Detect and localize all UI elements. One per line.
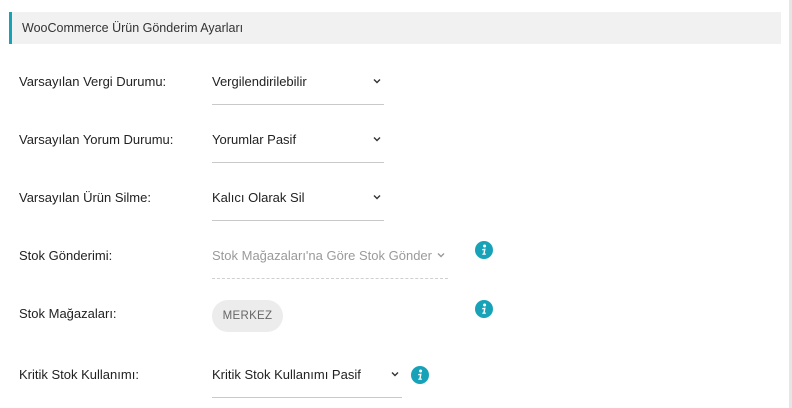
settings-section-header: WooCommerce Ürün Gönderim Ayarları [9,12,781,44]
chevron-down-icon [391,372,399,377]
tax-status-select[interactable]: Vergilendirilebilir [212,59,384,105]
product-delete-label: Varsayılan Ürün Silme: [19,190,151,205]
product-delete-select[interactable]: Kalıcı Olarak Sil [212,175,384,221]
chevron-down-icon [437,253,445,258]
row-review-status: Varsayılan Yorum Durumu: Yorumlar Pasif [0,117,792,163]
chevron-down-icon [373,137,381,142]
row-stock-stores: Stok Mağazaları: MERKEZ [0,291,792,337]
row-product-delete: Varsayılan Ürün Silme: Kalıcı Olarak Sil [0,175,792,221]
review-status-select[interactable]: Yorumlar Pasif [212,117,384,163]
stock-sending-label: Stok Gönderimi: [19,248,113,263]
critical-stock-label: Kritik Stok Kullanımı: [19,367,139,382]
info-icon[interactable] [411,366,429,384]
stock-sending-value: Stok Mağazaları'na Göre Stok Gönder [212,248,432,263]
row-tax-status: Varsayılan Vergi Durumu: Vergilendirileb… [0,59,792,105]
review-status-value: Yorumlar Pasif [212,132,297,147]
row-stock-sending: Stok Gönderimi: Stok Mağazaları'na Göre … [0,233,792,279]
row-critical-stock: Kritik Stok Kullanımı: Kritik Stok Kulla… [0,352,792,398]
review-status-label: Varsayılan Yorum Durumu: [19,132,174,147]
section-title: WooCommerce Ürün Gönderim Ayarları [22,21,244,35]
critical-stock-select[interactable]: Kritik Stok Kullanımı Pasif [212,352,402,398]
info-icon[interactable] [475,241,493,259]
stock-sending-select: Stok Mağazaları'na Göre Stok Gönder [212,233,448,279]
store-chip-merkez[interactable]: MERKEZ [212,300,283,332]
tax-status-label: Varsayılan Vergi Durumu: [19,74,167,89]
chevron-down-icon [373,195,381,200]
critical-stock-value: Kritik Stok Kullanımı Pasif [212,367,361,382]
store-chip-label: MERKEZ [222,310,273,322]
chevron-down-icon [373,79,381,84]
stock-stores-label: Stok Mağazaları: [19,306,117,321]
product-delete-value: Kalıcı Olarak Sil [212,190,305,205]
tax-status-value: Vergilendirilebilir [212,74,307,89]
info-icon[interactable] [475,300,493,318]
